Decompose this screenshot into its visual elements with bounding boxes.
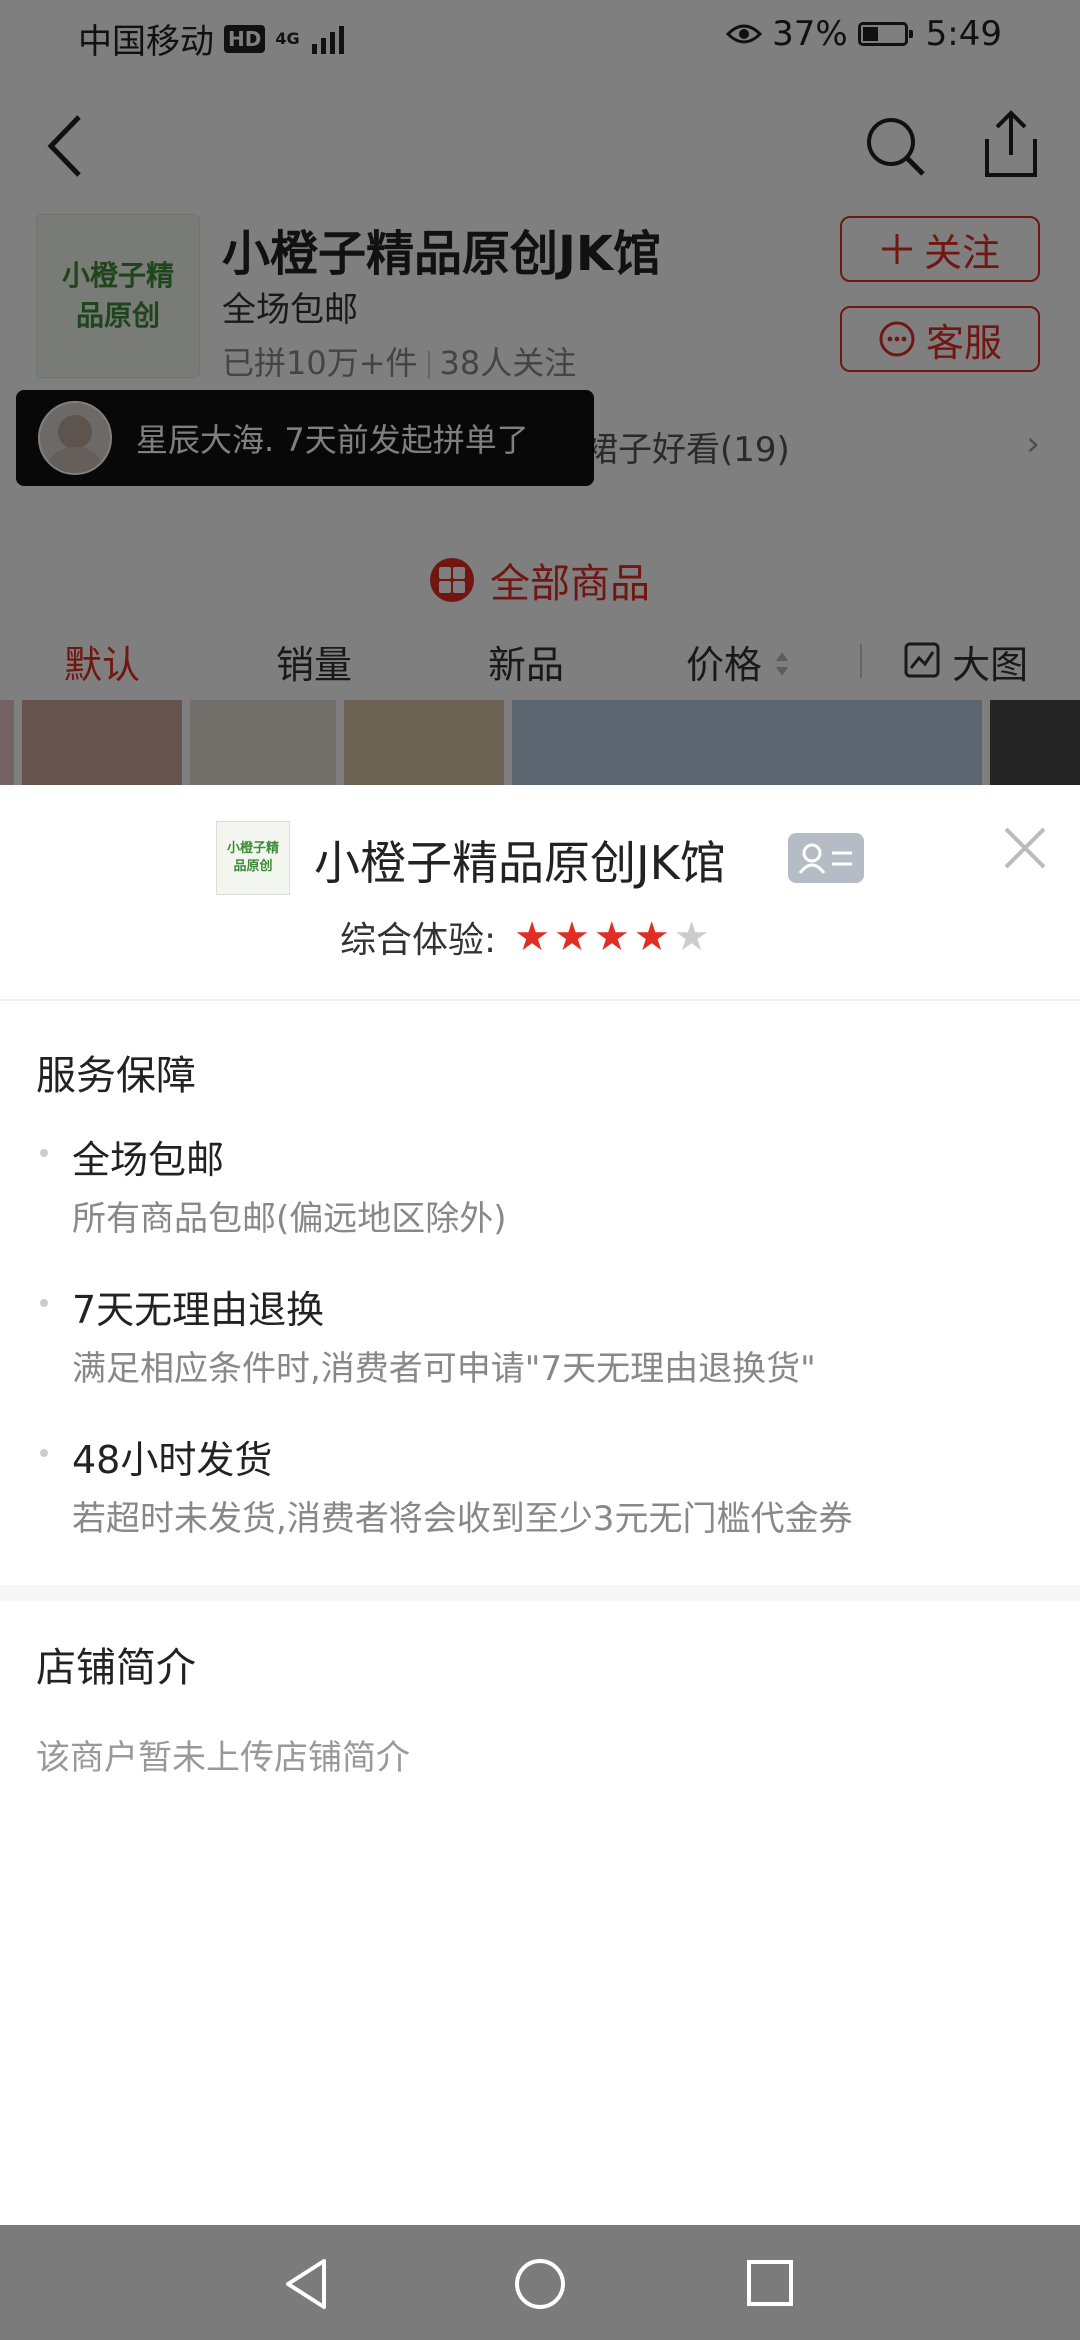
intro-text: 该商户暂未上传店铺简介 [36,1738,410,1778]
star-filled-icon: ★ [514,914,550,960]
rating-stars: ★ ★ ★ ★ ★ [514,917,709,957]
service-title: 48小时发货 [72,1438,273,1482]
section-gap [0,1585,1080,1601]
star-filled-icon: ★ [593,914,630,960]
sheet-logo-text: 小橙子精 [226,841,279,856]
service-desc: 满足相应条件时,消费者可申请"7天无理由退换货" [72,1349,816,1389]
intro-heading: 店铺简介 [36,1645,196,1691]
service-heading: 服务保障 [36,1053,196,1099]
close-icon[interactable] [1000,823,1050,873]
sheet-shop-logo: 小橙子精 品原创 [216,821,290,895]
bullet-dot [40,1299,48,1307]
store-page-background: 中国移动 HD 4G 37% 5:49 小 [0,0,1080,785]
bullet-dot [40,1149,48,1157]
rating-row: 综合体验: ★ ★ ★ ★ ★ [340,911,709,963]
service-desc: 所有商品包邮(偏远地区除外) [72,1199,507,1239]
sheet-logo-text: 品原创 [233,859,273,874]
bullet-dot [40,1449,48,1457]
nav-recent-icon[interactable] [746,2259,794,2307]
rating-label: 综合体验: [340,920,497,961]
shop-info-sheet: 小橙子精 品原创 小橙子精品原创JK馆 综合体验: ★ ★ ★ ★ ★ 服务保障 全场包… [0,785,1080,2225]
service-desc: 若超时未发货,消费者将会收到至少3元无门槛代金券 [72,1499,853,1539]
star-filled-icon: ★ [633,914,670,960]
nav-back-icon[interactable] [282,2257,330,2311]
star-filled-icon: ★ [554,914,590,960]
star-empty-icon: ★ [673,914,710,960]
service-title: 全场包邮 [72,1138,225,1182]
nav-home-icon[interactable] [513,2257,567,2311]
service-title: 7天无理由退换 [72,1288,325,1332]
divider [0,999,1080,1001]
sheet-shop-name: 小橙子精品原创JK馆 [314,836,726,890]
dim-overlay[interactable] [0,0,1080,785]
id-card-icon[interactable] [788,833,864,883]
system-nav-bar [0,2225,1080,2340]
